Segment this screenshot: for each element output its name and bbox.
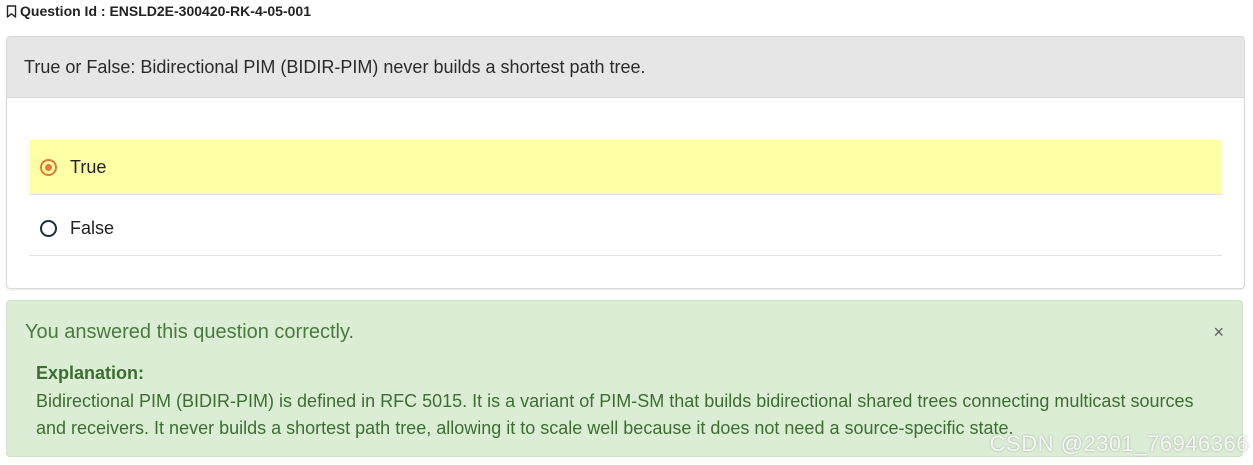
bookmark-icon[interactable] [6,4,17,18]
explanation-label: Explanation: [36,363,145,383]
question-header: True or False: Bidirectional PIM (BIDIR-… [7,37,1244,98]
option-label: False [70,217,115,238]
question-id-label: Question Id : ENSLD2E-300420-RK-4-05-001 [20,3,311,19]
watermark: CSDN @2301_76946366 [989,431,1249,456]
option-true[interactable]: True [29,140,1222,195]
option-label: True [70,156,107,177]
feedback-title: You answered this question correctly. [25,321,355,343]
question-id-header: Question Id : ENSLD2E-300420-RK-4-05-001 [6,2,311,20]
option-false[interactable]: False [29,201,1222,256]
page: Question Id : ENSLD2E-300420-RK-4-05-001… [0,0,1253,465]
close-icon[interactable]: × [1213,323,1224,341]
question-card: True or False: Bidirectional PIM (BIDIR-… [6,36,1245,289]
radio-false[interactable] [40,219,57,237]
question-text: True or False: Bidirectional PIM (BIDIR-… [24,56,646,77]
radio-true[interactable] [40,158,57,176]
